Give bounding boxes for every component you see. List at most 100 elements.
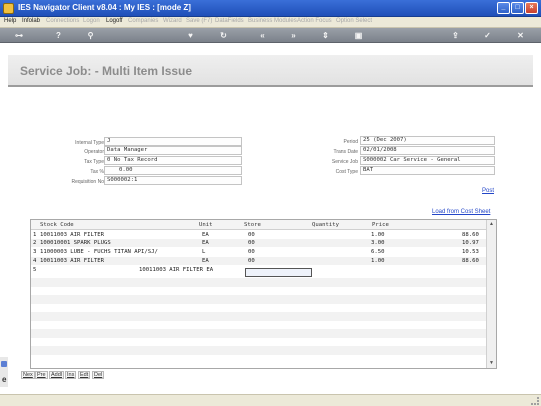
col-quantity: Quantity: [312, 222, 339, 228]
tax-pct-label: Tax %: [90, 169, 104, 175]
menu-business-modules[interactable]: Business Modules: [248, 18, 297, 24]
trans-date-label: Trans Date: [333, 149, 358, 155]
price-cell[interactable]: 88.60: [462, 258, 479, 264]
col-store: Store: [244, 222, 261, 228]
menu-action-focus[interactable]: Action Focus: [297, 18, 332, 24]
check-icon[interactable]: ✓: [482, 30, 493, 41]
unit-cell[interactable]: EA: [202, 240, 209, 246]
grid-header: Stock Code Unit Store Quantity Price: [31, 220, 487, 230]
add-button[interactable]: Addl: [49, 371, 65, 379]
insert-button[interactable]: Ins: [65, 371, 77, 379]
store-cell[interactable]: 00: [248, 232, 255, 238]
store-cell[interactable]: 00: [248, 258, 255, 264]
tax-pct-field[interactable]: 0.00: [104, 166, 242, 175]
operator-label: Operator: [84, 149, 104, 155]
unit-cell[interactable]: EA: [202, 232, 209, 238]
info-icon[interactable]: ?: [53, 30, 64, 41]
expand-icon[interactable]: ⇕: [320, 30, 331, 41]
scroll-up-icon[interactable]: ▲: [488, 221, 495, 228]
price-cell[interactable]: 10.97: [462, 240, 479, 246]
cost-type-field[interactable]: BAT: [360, 166, 495, 175]
menu-help[interactable]: Help: [4, 18, 16, 24]
unit-cell[interactable]: L: [202, 249, 205, 255]
period-label: Period: [343, 139, 358, 145]
col-price: Price: [372, 222, 389, 228]
edit-button[interactable]: Edt: [78, 371, 91, 379]
tax-type-field[interactable]: 0 No Tax Record: [104, 156, 242, 165]
trans-date-field[interactable]: 02/01/2008: [360, 146, 495, 155]
table-row[interactable]: 3 11000003 LUBE - FUCHS TITAN API/SJ/ L …: [31, 248, 487, 256]
heart-icon[interactable]: ♥: [185, 30, 196, 41]
store-cell[interactable]: 00: [248, 249, 255, 255]
post-link[interactable]: Post: [482, 188, 494, 194]
requisition-field[interactable]: S000002:1: [104, 176, 242, 185]
rewind-icon[interactable]: «: [257, 30, 268, 41]
unit-cell[interactable]: EA: [202, 258, 209, 264]
price-cell[interactable]: 10.53: [462, 249, 479, 255]
key-icon[interactable]: ⊶: [8, 30, 30, 41]
search-icon[interactable]: ⚲: [85, 30, 96, 41]
empty-row: [31, 278, 487, 287]
menu-logon[interactable]: Logon: [83, 18, 100, 24]
col-unit: Unit: [199, 222, 213, 228]
empty-row: [31, 312, 487, 321]
menu-wizard[interactable]: Wizard: [163, 18, 182, 24]
menu-companies[interactable]: Companies: [128, 18, 158, 24]
stock-code-cell[interactable]: 100010001 SPARK PLUGS: [40, 240, 111, 246]
upload-icon[interactable]: ⇪: [450, 30, 461, 41]
stock-code-cell[interactable]: 10011003 AIR FILTER EA: [139, 267, 213, 273]
internal-type-label: Internal Type: [75, 140, 104, 146]
stock-code-cell[interactable]: 10011003 AIR FILTER: [40, 258, 104, 264]
store-edit-input[interactable]: [245, 268, 312, 277]
scroll-down-icon[interactable]: ▼: [488, 360, 495, 367]
stock-code-cell[interactable]: 11000003 LUBE - FUCHS TITAN API/SJ/: [40, 249, 158, 255]
print-icon[interactable]: ▣: [353, 30, 364, 41]
side-strip: e: [0, 357, 8, 387]
period-field[interactable]: 25 (Dec 2007): [360, 136, 495, 145]
service-job-field[interactable]: S000002 Car Service - General: [360, 156, 495, 165]
menu-logoff[interactable]: Logoff: [106, 18, 123, 24]
previous-button[interactable]: Pre: [35, 371, 48, 379]
refresh-icon[interactable]: ↻: [218, 30, 229, 41]
menu-connections[interactable]: Connections: [46, 18, 79, 24]
items-grid[interactable]: Stock Code Unit Store Quantity Price 1 1…: [30, 219, 497, 369]
row-number: 3: [33, 249, 37, 255]
quantity-cell[interactable]: 1.00: [371, 232, 384, 238]
resize-grip-icon[interactable]: [531, 397, 539, 405]
row-number: 1: [33, 232, 37, 238]
grid-scrollbar[interactable]: ▲ ▼: [486, 220, 496, 368]
table-row[interactable]: 2 100010001 SPARK PLUGS EA 00 3.00 10.97: [31, 239, 487, 247]
close-icon[interactable]: ✕: [515, 30, 526, 41]
table-row[interactable]: 4 10011003 AIR FILTER EA 00 1.00 88.60: [31, 257, 487, 265]
minimize-button[interactable]: _: [497, 2, 510, 14]
operator-field[interactable]: Data Manager: [104, 146, 242, 155]
menu-datafields[interactable]: DataFields: [215, 18, 244, 24]
menu-infolab[interactable]: Infolab: [22, 18, 40, 24]
quantity-cell[interactable]: 1.00: [371, 258, 384, 264]
stock-code-cell[interactable]: 10011003 AIR FILTER: [40, 232, 104, 238]
internal-type-field[interactable]: J: [104, 137, 242, 146]
cost-type-label: Cost Type: [335, 169, 358, 175]
menu-option-select[interactable]: Option Select: [336, 18, 372, 24]
close-window-button[interactable]: ×: [525, 2, 538, 14]
price-cell[interactable]: 88.60: [462, 232, 479, 238]
next-button[interactable]: Nex: [21, 371, 35, 379]
load-from-cost-sheet-link[interactable]: Load from Cost Sheet: [432, 209, 490, 215]
window-title: IES Navigator Client v8.04 : My IES : [m…: [18, 3, 191, 12]
fast-forward-icon[interactable]: »: [288, 30, 299, 41]
requisition-label: Requisition No: [71, 179, 104, 185]
delete-button[interactable]: Del: [92, 371, 105, 379]
e-icon[interactable]: e: [2, 375, 6, 384]
title-bar: IES Navigator Client v8.04 : My IES : [m…: [0, 0, 541, 17]
service-job-label: Service Job: [331, 159, 358, 165]
quantity-cell[interactable]: 3.00: [371, 240, 384, 246]
row-number: 4: [33, 258, 37, 264]
tab-chip-icon[interactable]: [1, 361, 7, 367]
col-stock-code: Stock Code: [40, 222, 74, 228]
store-cell[interactable]: 00: [248, 240, 255, 246]
page-header: Service Job: - Multi Item Issue: [8, 55, 533, 87]
quantity-cell[interactable]: 6.50: [371, 249, 384, 255]
table-row[interactable]: 1 10011003 AIR FILTER EA 00 1.00 88.60: [31, 231, 487, 239]
maximize-button[interactable]: □: [511, 2, 524, 14]
menu-save[interactable]: Save (F7): [186, 18, 212, 24]
